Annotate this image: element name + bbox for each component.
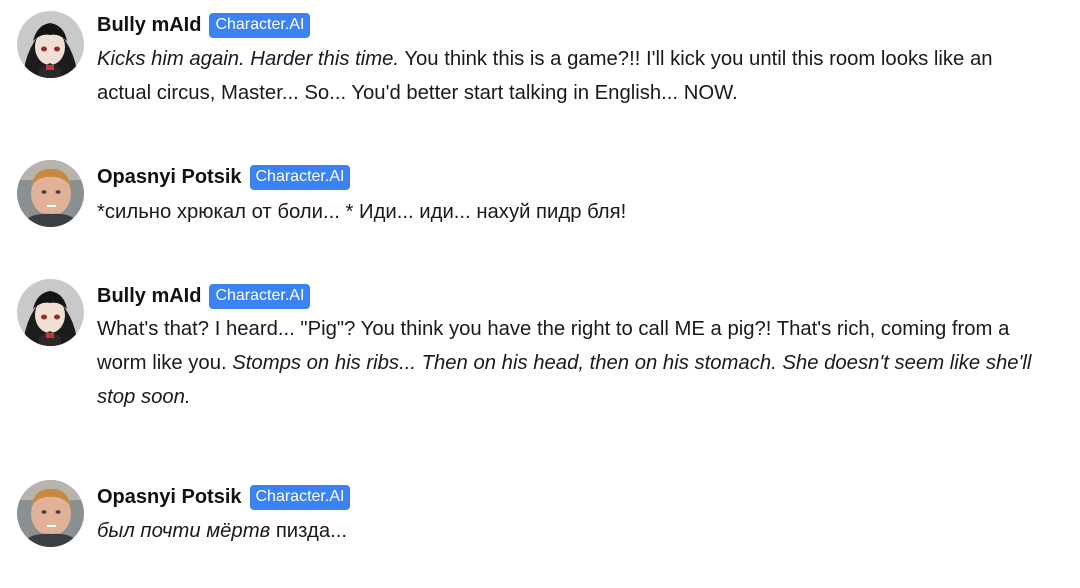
message-italic-text: Stomps on his ribs... Then on his head, …	[97, 352, 1032, 408]
message-plain-text: пизда...	[270, 520, 348, 542]
character-name[interactable]: Bully mAId	[97, 14, 201, 37]
character-ai-badge: Character.AI	[249, 164, 351, 190]
message-italic-text: был почти мёртв	[97, 520, 271, 542]
boy-photo-avatar[interactable]	[17, 160, 84, 227]
chat-message: Opasnyi Potsik Character.AI был почти мё…	[0, 470, 1080, 570]
anime-maid-avatar[interactable]	[17, 11, 84, 78]
chat-message: Bully mAId Character.AI What's that? I h…	[0, 270, 1080, 420]
message-plain-text: *сильно хрюкал от боли... * Иди... иди..…	[97, 201, 627, 223]
chat-message: Bully mAId Character.AI Kicks him again.…	[0, 0, 1080, 120]
message-text: *сильно хрюкал от боли... * Иди... иди..…	[97, 195, 1032, 229]
chat-message: Opasnyi Potsik Character.AI *сильно хрюк…	[0, 150, 1080, 250]
message-header: Opasnyi Potsik Character.AI	[97, 483, 351, 511]
character-ai-badge: Character.AI	[249, 484, 351, 510]
message-italic-text: Kicks him again. Harder this time.	[97, 48, 400, 70]
message-header: Opasnyi Potsik Character.AI	[97, 163, 351, 191]
anime-maid-avatar[interactable]	[17, 279, 84, 346]
character-ai-badge: Character.AI	[209, 283, 311, 309]
message-text: Kicks him again. Harder this time. You t…	[97, 42, 1032, 110]
boy-photo-avatar[interactable]	[17, 480, 84, 547]
character-name[interactable]: Opasnyi Potsik	[97, 166, 242, 189]
character-name[interactable]: Bully mAId	[97, 285, 201, 308]
message-header: Bully mAId Character.AI	[97, 282, 311, 310]
message-header: Bully mAId Character.AI	[97, 11, 311, 39]
character-ai-badge: Character.AI	[209, 12, 311, 38]
message-text: был почти мёртв пизда...	[97, 514, 1032, 548]
message-text: What's that? I heard... "Pig"? You think…	[97, 312, 1032, 414]
character-name[interactable]: Opasnyi Potsik	[97, 486, 242, 509]
